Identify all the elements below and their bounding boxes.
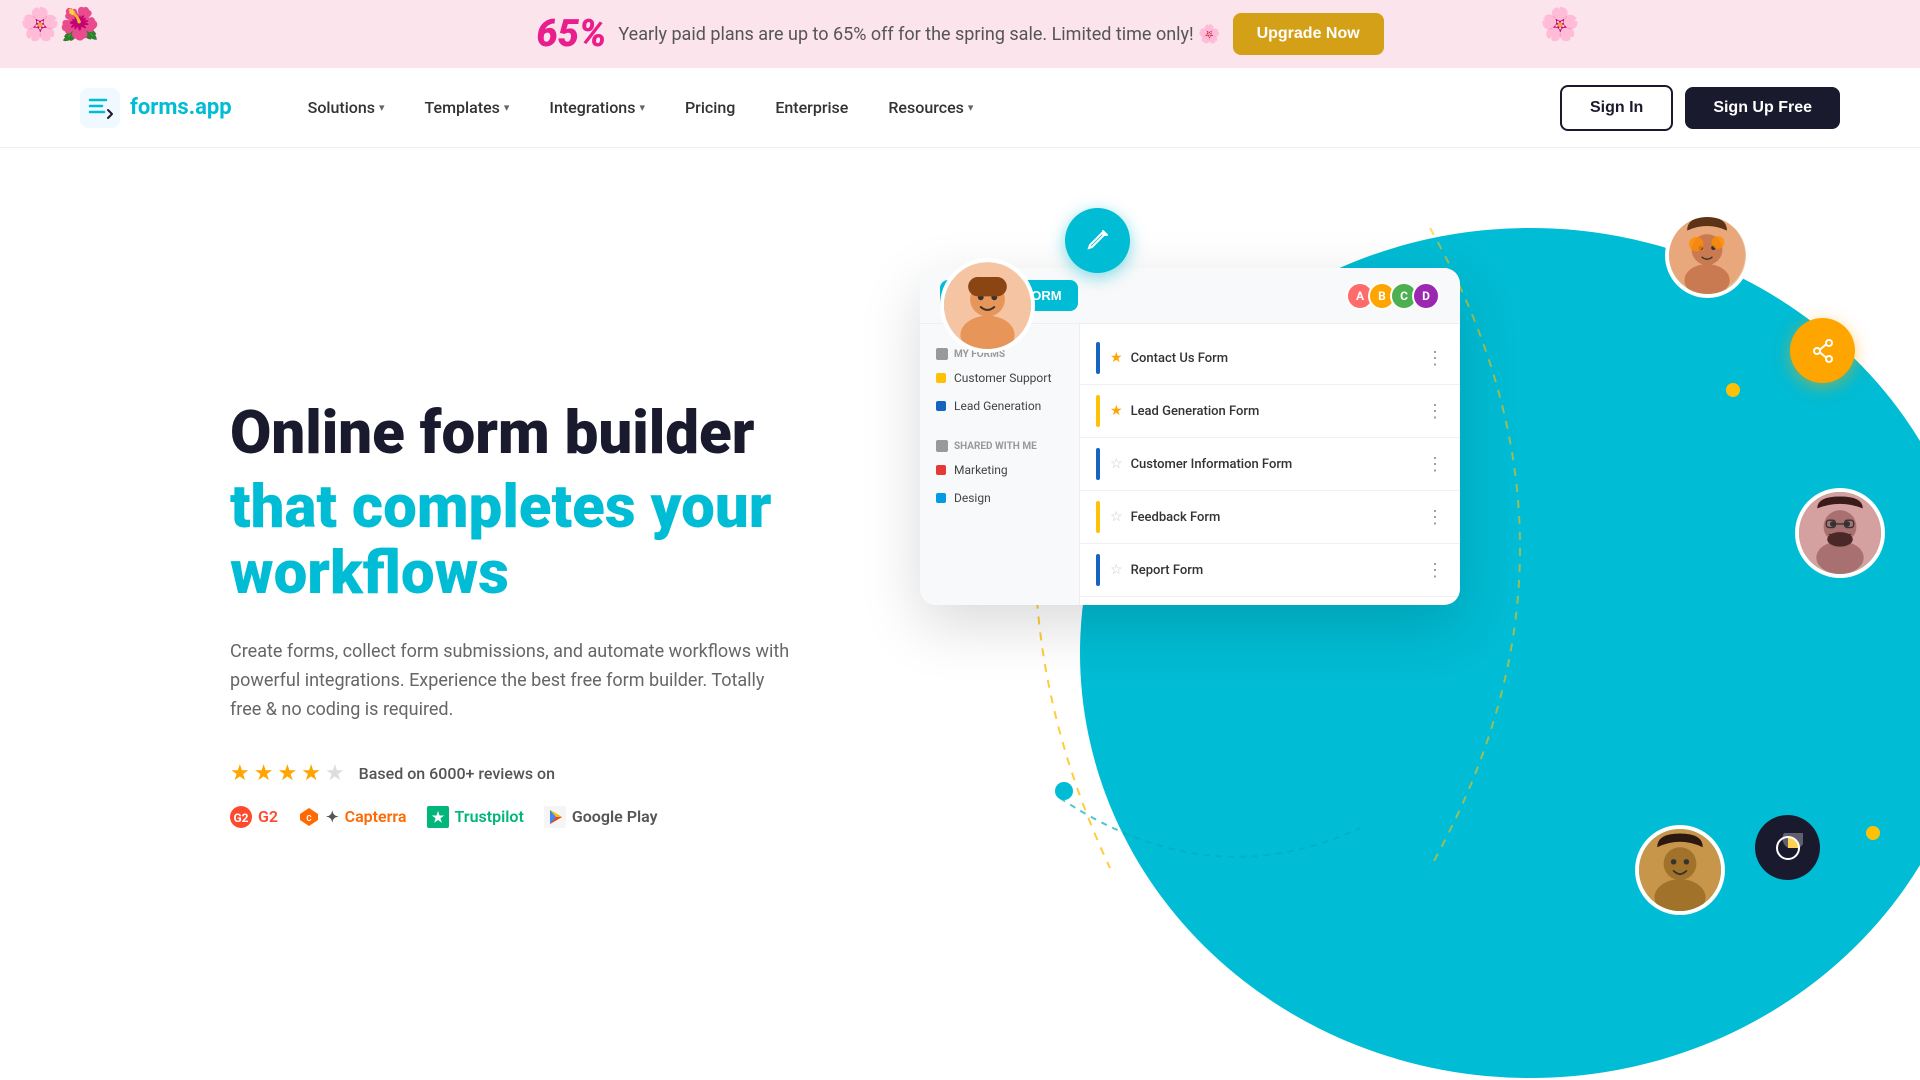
star-3: ★	[277, 761, 297, 786]
form-more-3[interactable]: ⋮	[1426, 454, 1444, 475]
navbar: forms.app Solutions▾ Templates▾ Integrat…	[0, 68, 1920, 148]
share-icon	[1809, 337, 1837, 365]
form-star-1[interactable]: ★	[1110, 350, 1123, 366]
form-name-3: Customer Information Form	[1131, 457, 1426, 472]
avatar-4: D	[1412, 282, 1440, 310]
sidebar-lead-generation[interactable]: Lead Generation	[920, 392, 1079, 420]
form-name-1: Contact Us Form	[1131, 351, 1426, 366]
svg-text:G2: G2	[233, 811, 248, 825]
form-indicator-3	[1096, 448, 1100, 480]
chart-icon	[1773, 833, 1803, 863]
form-more-4[interactable]: ⋮	[1426, 507, 1444, 528]
nav-pricing[interactable]: Pricing	[669, 90, 751, 125]
avatar-woman-oranges	[1665, 213, 1750, 298]
hero-subtitle: that completes your workflows	[230, 474, 910, 606]
star-4: ★	[301, 761, 321, 786]
banner-text: Yearly paid plans are up to 65% off for …	[618, 24, 1220, 45]
signup-button[interactable]: Sign Up Free	[1685, 87, 1840, 129]
form-indicator-2	[1096, 395, 1100, 427]
promo-banner: 🌸🌺 65% Yearly paid plans are up to 65% o…	[0, 0, 1920, 68]
nav-resources[interactable]: Resources▾	[872, 90, 989, 125]
capterra-icon: C	[298, 806, 320, 828]
logo-text: forms.app	[130, 95, 232, 120]
nav-solutions[interactable]: Solutions▾	[292, 90, 401, 125]
form-more-2[interactable]: ⋮	[1426, 401, 1444, 422]
edit-float-button[interactable]	[1065, 208, 1130, 273]
nav-templates[interactable]: Templates▾	[409, 90, 526, 125]
logo-icon	[80, 88, 120, 128]
form-row-report[interactable]: ☆ Report Form ⋮	[1080, 544, 1460, 597]
sidebar-marketing[interactable]: Marketing	[920, 456, 1079, 484]
capterra-logo[interactable]: C ✦Capterra	[298, 806, 406, 828]
avatar-woman-smiling	[940, 258, 1035, 353]
form-star-3[interactable]: ☆	[1110, 456, 1123, 472]
star-1: ★	[230, 761, 250, 786]
form-row-customer-info[interactable]: ☆ Customer Information Form ⋮	[1080, 438, 1460, 491]
upgrade-now-button[interactable]: Upgrade Now	[1233, 13, 1384, 55]
sidebar-dot-2	[936, 401, 946, 411]
chart-float-button[interactable]	[1755, 815, 1820, 880]
form-name-5: Report Form	[1131, 563, 1426, 578]
form-more-1[interactable]: ⋮	[1426, 348, 1444, 369]
flower-right-decoration: 🌸	[1540, 5, 1580, 43]
hero-content: Online form builder that completes your …	[230, 400, 910, 827]
form-more-5[interactable]: ⋮	[1426, 560, 1444, 581]
svg-text:★: ★	[431, 810, 444, 826]
form-star-5[interactable]: ☆	[1110, 562, 1123, 578]
form-indicator-5	[1096, 554, 1100, 586]
googleplay-icon	[544, 806, 566, 828]
nav-links: Solutions▾ Templates▾ Integrations▾ Pric…	[292, 90, 1560, 125]
app-sidebar: MY FORMS Customer Support Lead Generatio…	[920, 324, 1080, 605]
app-forms-list: ★ Contact Us Form ⋮ ★ Lead Generation Fo…	[1080, 324, 1460, 605]
form-star-2[interactable]: ★	[1110, 403, 1123, 419]
sidebar-dot-1	[936, 373, 946, 383]
svg-text:C: C	[306, 814, 311, 823]
logo-link[interactable]: forms.app	[80, 88, 232, 128]
g2-logo[interactable]: G2 G2	[230, 806, 278, 828]
avatar-group: A B C D	[1352, 282, 1440, 310]
avatar-woman-bottom	[1635, 825, 1725, 915]
app-body: MY FORMS Customer Support Lead Generatio…	[920, 324, 1460, 605]
teal-dot-decoration	[1055, 782, 1073, 800]
form-row-lead-gen[interactable]: ★ Lead Generation Form ⋮	[1080, 385, 1460, 438]
nav-enterprise[interactable]: Enterprise	[759, 90, 864, 125]
reviews-text: Based on 6000+ reviews on	[359, 764, 555, 783]
trustpilot-icon: ★	[427, 806, 449, 828]
hero-illustration: + CREATE FORM A B C D MY FORMS	[860, 148, 1920, 1080]
form-row-feedback[interactable]: ☆ Feedback Form ⋮	[1080, 491, 1460, 544]
star-5: ★	[325, 761, 345, 786]
flower-left-decoration: 🌸🌺	[20, 5, 100, 43]
star-2: ★	[254, 761, 274, 786]
avatar-man-beard	[1795, 488, 1885, 578]
pencil-icon	[1083, 226, 1113, 256]
yellow-dot-2	[1866, 826, 1880, 840]
form-name-4: Feedback Form	[1131, 510, 1426, 525]
signin-button[interactable]: Sign In	[1560, 85, 1673, 131]
review-logos: G2 G2 C ✦Capterra ★ Trustpilot	[230, 806, 910, 828]
yellow-dot-1	[1726, 383, 1740, 397]
form-indicator-1	[1096, 342, 1100, 374]
googleplay-logo[interactable]: Google Play	[544, 806, 658, 828]
discount-percent: 65%	[536, 12, 606, 56]
sidebar-design[interactable]: Design	[920, 484, 1079, 512]
share-float-button[interactable]	[1790, 318, 1855, 383]
sidebar-dot-3	[936, 465, 946, 475]
g2-icon: G2	[230, 806, 252, 828]
star-rating: ★ ★ ★ ★ ★	[230, 761, 345, 786]
hero-description: Create forms, collect form submissions, …	[230, 638, 790, 724]
hero-title: Online form builder	[230, 400, 910, 466]
sidebar-customer-support[interactable]: Customer Support	[920, 364, 1079, 392]
reviews-row: ★ ★ ★ ★ ★ Based on 6000+ reviews on	[230, 761, 910, 786]
form-name-2: Lead Generation Form	[1131, 404, 1426, 419]
sidebar-dot-4	[936, 493, 946, 503]
nav-integrations[interactable]: Integrations▾	[533, 90, 661, 125]
shared-with-me-section-title: SHARED WITH ME	[920, 432, 1079, 456]
form-row-contact-us[interactable]: ★ Contact Us Form ⋮	[1080, 332, 1460, 385]
nav-actions: Sign In Sign Up Free	[1560, 85, 1840, 131]
form-star-4[interactable]: ☆	[1110, 509, 1123, 525]
trustpilot-logo[interactable]: ★ Trustpilot	[427, 806, 524, 828]
form-indicator-4	[1096, 501, 1100, 533]
hero-section: Online form builder that completes your …	[0, 148, 1920, 1080]
